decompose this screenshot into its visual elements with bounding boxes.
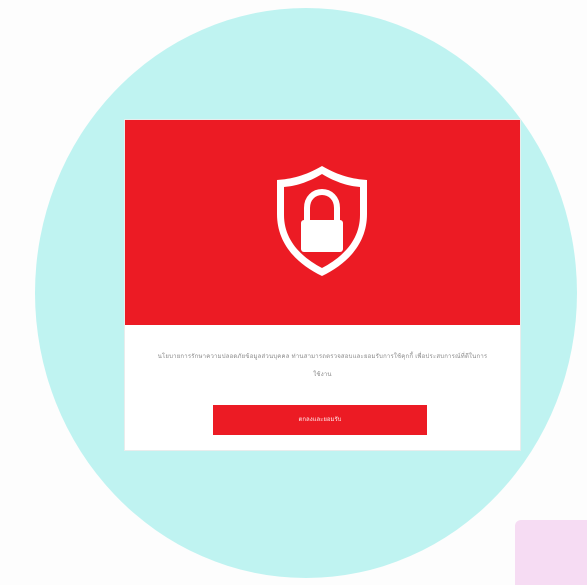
dialog-body: นโยบายการรักษาความปลอดภัยข้อมูลส่วนบุคคล…: [125, 325, 520, 450]
screenshot-stage: นโยบายการรักษาความปลอดภัยข้อมูลส่วนบุคคล…: [0, 0, 587, 585]
shield-lock-icon: [273, 162, 371, 280]
accept-button[interactable]: ตกลงและยอมรับ: [213, 405, 427, 435]
consent-message: นโยบายการรักษาความปลอดภัยข้อมูลส่วนบุคคล…: [157, 353, 488, 378]
dialog-banner: [125, 120, 520, 325]
corner-accent-shape: [515, 520, 587, 585]
security-dialog: นโยบายการรักษาความปลอดภัยข้อมูลส่วนบุคคล…: [125, 120, 520, 450]
